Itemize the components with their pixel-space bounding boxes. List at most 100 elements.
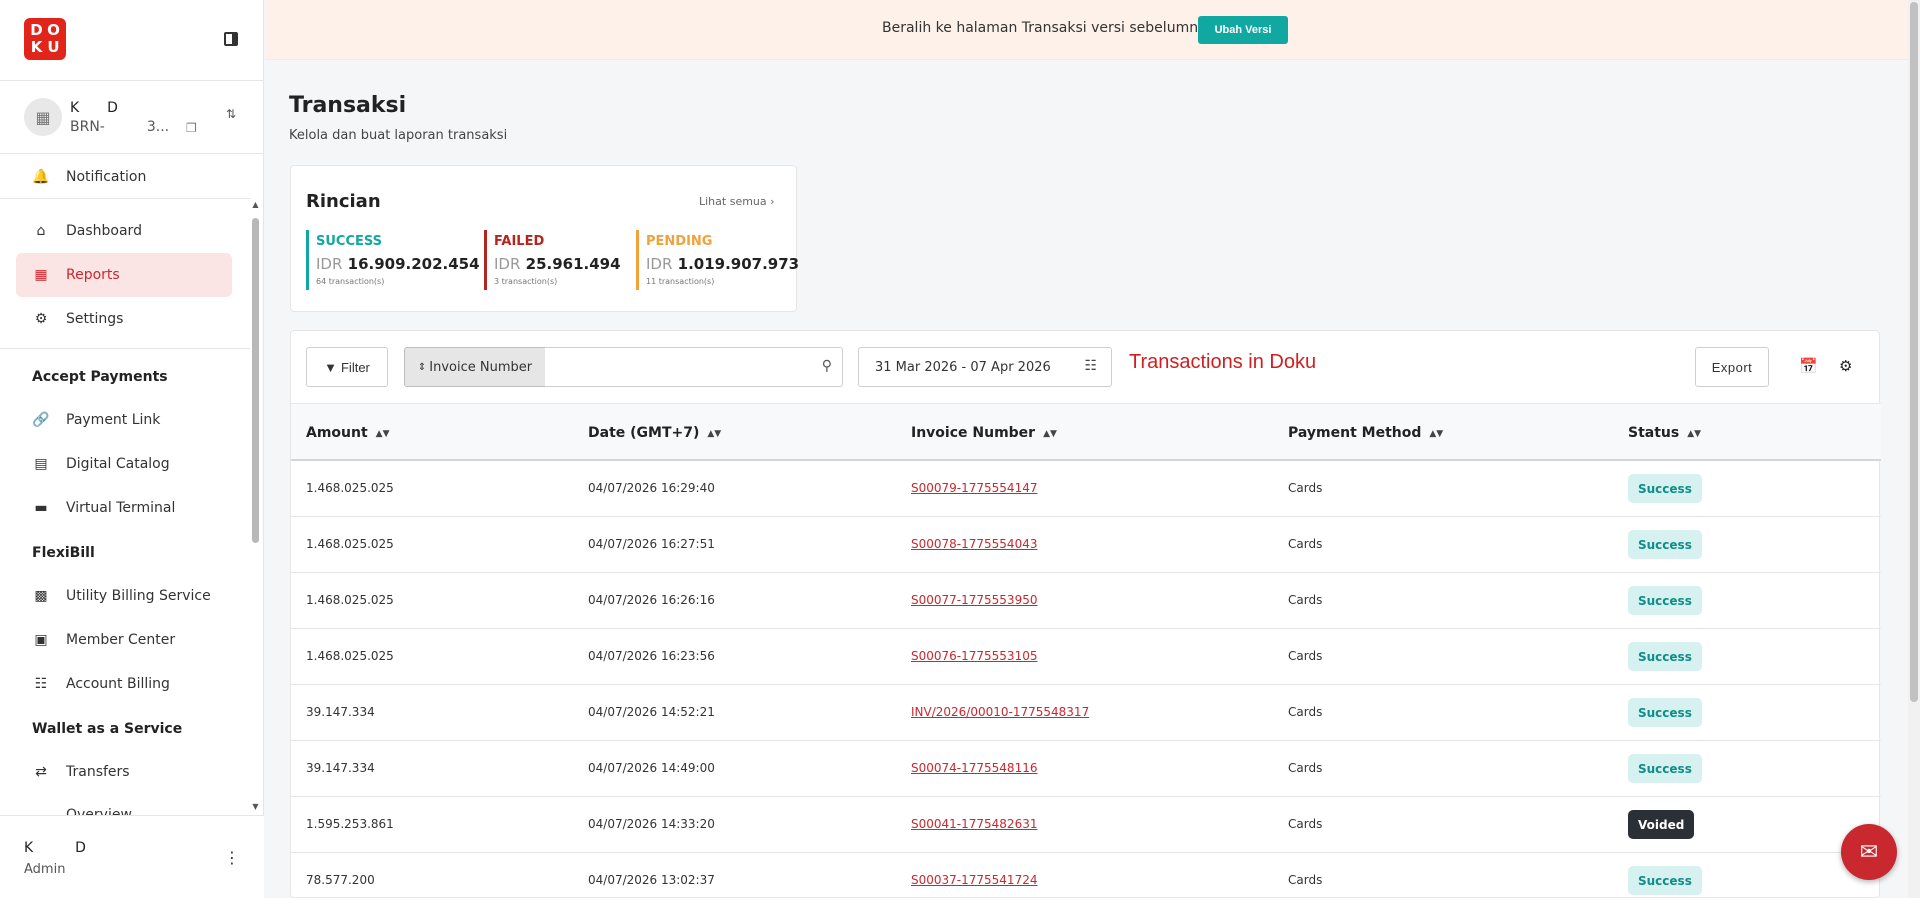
cell-amount: 1.468.025.025 <box>306 537 394 551</box>
page-scrollbar[interactable] <box>1908 0 1920 898</box>
cell-date: 04/07/2026 16:26:16 <box>588 593 715 607</box>
gears-icon: ⚙ <box>34 311 48 327</box>
version-banner: Beralih ke halaman Transaksi versi sebel… <box>265 0 1908 60</box>
invoice-link[interactable]: INV/2026/00010-1775548317 <box>911 705 1089 719</box>
sidebar-scrollbar[interactable]: ▲ ▼ <box>251 200 260 815</box>
filter-button[interactable]: ▼ Filter <box>306 347 388 387</box>
doku-logo[interactable]: D O K U <box>24 18 66 60</box>
stat-count: 11 transaction(s) <box>646 277 715 286</box>
page-subtitle: Kelola dan buat laporan transaksi <box>289 128 508 143</box>
cell-date: 04/07/2026 14:33:20 <box>588 817 715 831</box>
calendar-icon[interactable]: 📅 <box>1799 357 1818 375</box>
header-label: Date (GMT+7) <box>588 425 700 441</box>
change-version-button[interactable]: Ubah Versi <box>1198 16 1288 44</box>
column-header-invoice[interactable]: Invoice Number ▲▼ <box>911 425 1057 441</box>
see-all-link[interactable]: Lihat semua › <box>699 195 775 208</box>
scrollbar-thumb[interactable] <box>1910 2 1918 702</box>
sidebar-item-account-billing[interactable]: ☷ Account Billing <box>16 662 232 706</box>
sidebar-item-digital-catalog[interactable]: ▤ Digital Catalog <box>16 442 232 486</box>
account-name: K D <box>70 100 118 116</box>
table-row: 1.468.025.025 04/07/2026 16:29:40 S00079… <box>291 461 1881 517</box>
sidebar-item-label: Overview <box>66 807 132 815</box>
scrollbar-thumb[interactable] <box>252 218 259 543</box>
cell-amount: 78.577.200 <box>306 873 375 887</box>
sidebar-item-label: Member Center <box>66 632 176 648</box>
see-all-label: Lihat semua <box>699 195 767 208</box>
chevron-updown-icon[interactable]: ⇅ <box>226 107 236 121</box>
sidebar-item-reports[interactable]: ▦ Reports <box>16 253 232 297</box>
sidebar-item-overview[interactable]: Overview <box>16 793 232 815</box>
calendar-icon: ☷ <box>1084 358 1097 374</box>
sidebar-item-member-center[interactable]: ▣ Member Center <box>16 618 232 662</box>
chat-icon[interactable]: ✉ <box>1841 824 1897 880</box>
sidebar-collapse-icon[interactable] <box>224 32 238 46</box>
stat-label: FAILED <box>494 234 545 249</box>
copy-icon[interactable]: ❐ <box>186 121 197 135</box>
search-field-select[interactable]: ⇕ Invoice Number <box>404 347 546 387</box>
column-header-payment-method[interactable]: Payment Method ▲▼ <box>1288 425 1443 441</box>
invoice-link[interactable]: S00074-1775548116 <box>911 761 1037 775</box>
invoice-link[interactable]: S00077-1775553950 <box>911 593 1037 607</box>
invoice-link[interactable]: S00079-1775554147 <box>911 481 1037 495</box>
table-row: 1.468.025.025 04/07/2026 16:27:51 S00078… <box>291 517 1881 573</box>
header-label: Invoice Number <box>911 425 1036 441</box>
invoice-link[interactable]: S00078-1775554043 <box>911 537 1037 551</box>
kebab-menu-icon[interactable]: ⋮ <box>224 848 240 867</box>
cell-payment-method: Cards <box>1288 481 1323 495</box>
sidebar-item-transfers[interactable]: ⇄ Transfers <box>16 750 232 794</box>
stat-label: PENDING <box>646 234 713 249</box>
store-icon: ▤ <box>34 456 48 472</box>
cell-amount: 39.147.334 <box>306 705 375 719</box>
sidebar-item-settings[interactable]: ⚙ Settings <box>16 297 232 341</box>
user-profile[interactable]: K D Admin ⋮ <box>0 815 264 898</box>
search-field-label: Invoice Number <box>429 359 533 375</box>
currency: IDR <box>316 255 343 273</box>
filter-icon: ▼ <box>324 359 337 375</box>
export-button[interactable]: Export <box>1695 347 1769 387</box>
cell-payment-method: Cards <box>1288 537 1323 551</box>
stat-value: IDR 25.961.494 <box>494 255 621 273</box>
sidebar-item-label: Virtual Terminal <box>66 500 176 516</box>
stat-count: 3 transaction(s) <box>494 277 558 286</box>
store-icon: ▦ <box>24 98 62 136</box>
sidebar-item-dashboard[interactable]: ⌂ Dashboard <box>16 209 232 253</box>
table-row: 39.147.334 04/07/2026 14:52:21 INV/2026/… <box>291 685 1881 741</box>
sort-icon: ▲▼ <box>1429 429 1444 439</box>
search-icon[interactable]: ⚲ <box>822 358 832 374</box>
cell-payment-method: Cards <box>1288 705 1323 719</box>
bell-icon: 🔔 <box>32 169 50 185</box>
search-input[interactable] <box>545 348 795 386</box>
table-row: 1.468.025.025 04/07/2026 16:23:56 S00076… <box>291 629 1881 685</box>
invoice-link[interactable]: S00076-1775553105 <box>911 649 1037 663</box>
currency: IDR <box>494 255 521 273</box>
column-header-status[interactable]: Status ▲▼ <box>1628 425 1701 441</box>
home-icon: ⌂ <box>36 223 46 239</box>
date-range-picker[interactable]: 31 Mar 2026 - 07 Apr 2026 ☷ <box>858 347 1112 387</box>
gear-icon[interactable]: ⚙ <box>1839 357 1852 375</box>
sidebar-item-utility-billing[interactable]: ▩ Utility Billing Service <box>16 574 232 618</box>
status-badge: Success <box>1628 754 1702 783</box>
search-box: ⚲ <box>545 347 843 387</box>
calendar-icon: ☷ <box>34 676 48 692</box>
user-name: K D <box>24 840 86 856</box>
cell-date: 04/07/2026 16:29:40 <box>588 481 715 495</box>
cell-date: 04/07/2026 16:23:56 <box>588 649 715 663</box>
sidebar-item-payment-link[interactable]: 🔗 Payment Link <box>16 398 232 442</box>
account-switcher[interactable]: ▦ K D BRN- 3... ❐ ⇅ <box>0 80 264 154</box>
stat-value: IDR 1.019.907.973 <box>646 255 799 273</box>
invoice-link[interactable]: S00041-1775482631 <box>911 817 1037 831</box>
invoice-link[interactable]: S00037-1775541724 <box>911 873 1037 887</box>
scroll-up-icon[interactable]: ▲ <box>251 200 260 209</box>
divider <box>0 198 250 199</box>
column-header-amount[interactable]: Amount ▲▼ <box>306 425 390 441</box>
banner-text: Beralih ke halaman Transaksi versi sebel… <box>882 20 1223 36</box>
sidebar-item-virtual-terminal[interactable]: ▬ Virtual Terminal <box>16 486 232 530</box>
table-row: 1.468.025.025 04/07/2026 16:26:16 S00077… <box>291 573 1881 629</box>
scroll-down-icon[interactable]: ▼ <box>251 802 260 811</box>
sidebar: D O K U ▦ K D BRN- 3... ❐ ⇅ 🔔 Notificati… <box>0 0 264 898</box>
column-header-date[interactable]: Date (GMT+7) ▲▼ <box>588 425 721 441</box>
sidebar-item-notification[interactable]: 🔔 Notification <box>16 155 232 199</box>
stat-bar <box>636 230 639 290</box>
sort-icon: ▲▼ <box>1043 429 1057 439</box>
table-row: 1.595.253.861 04/07/2026 14:33:20 S00041… <box>291 797 1881 853</box>
